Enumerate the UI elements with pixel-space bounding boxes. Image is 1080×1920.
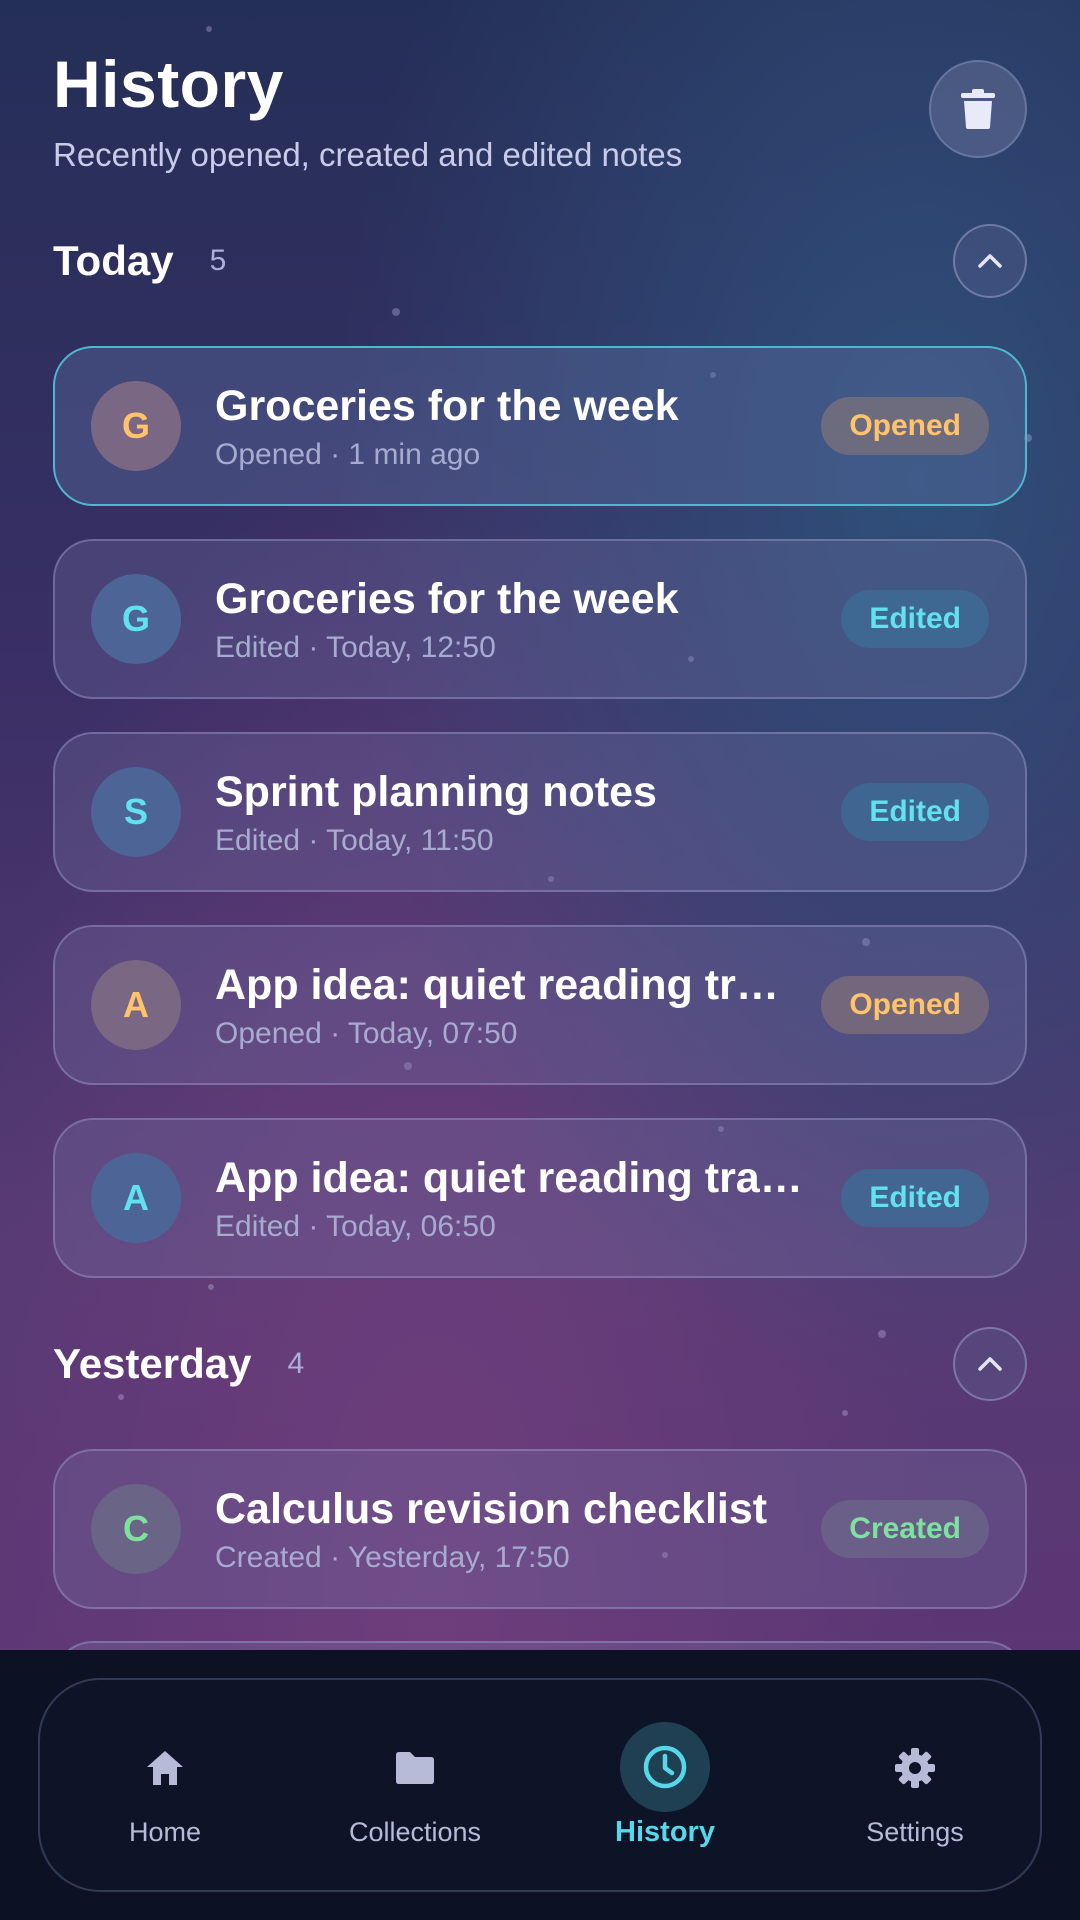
nav-label: Home xyxy=(128,1816,202,1847)
clear-history-button[interactable] xyxy=(929,60,1027,158)
avatar: C xyxy=(91,1484,181,1574)
item-meta: Created · Yesterday, 17:50 xyxy=(215,1541,570,1574)
history-item[interactable]: A App idea: quiet reading tracker Edited… xyxy=(53,1118,1027,1278)
avatar: G xyxy=(91,574,181,664)
history-item[interactable]: A App idea: quiet reading tracker Opened… xyxy=(53,925,1027,1085)
nav-item-home[interactable]: Home xyxy=(65,1723,265,1848)
trash-icon xyxy=(961,89,995,129)
history-item[interactable]: S Sprint planning notes Edited · Today, … xyxy=(53,732,1027,892)
page-header: History Recently opened, created and edi… xyxy=(53,44,1027,174)
history-item[interactable]: C Calculus revision checklist Created · … xyxy=(53,1449,1027,1609)
section-title: Yesterday xyxy=(53,1340,252,1387)
item-meta: Opened · Today, 07:50 xyxy=(215,1017,518,1050)
clock-icon xyxy=(643,1745,687,1788)
gear-icon xyxy=(895,1747,935,1788)
item-title: App idea: quiet reading tracker xyxy=(215,1154,822,1202)
collapse-button[interactable] xyxy=(953,1327,1027,1401)
item-title: App idea: quiet reading tracker xyxy=(215,961,802,1009)
collapse-button[interactable] xyxy=(953,224,1027,298)
page-title: History xyxy=(53,47,284,121)
avatar: S xyxy=(91,767,181,857)
item-title: Calculus revision checklist xyxy=(215,1485,768,1533)
chevron-up-icon xyxy=(978,254,1002,268)
item-meta: Edited · Today, 11:50 xyxy=(215,824,494,857)
history-item[interactable]: G Groceries for the week Edited · Today,… xyxy=(53,539,1027,699)
nav-label: History xyxy=(615,1815,715,1848)
section-header-today: Today 5 xyxy=(53,224,1027,298)
item-title: Groceries for the week xyxy=(215,382,679,430)
item-meta: Opened · 1 min ago xyxy=(215,438,481,471)
folder-icon xyxy=(396,1751,434,1784)
home-icon xyxy=(147,1750,183,1785)
section-title: Today xyxy=(53,237,174,284)
item-title: Groceries for the week xyxy=(215,575,679,623)
item-meta: Edited · Today, 06:50 xyxy=(215,1210,496,1243)
bottom-nav-bar: Home Collections History Settings xyxy=(0,1650,1080,1920)
status-badge: Edited xyxy=(841,783,989,841)
chevron-up-icon xyxy=(978,1357,1002,1371)
status-badge: Opened xyxy=(821,976,989,1034)
avatar: G xyxy=(91,381,181,471)
page-subtitle: Recently opened, created and edited note… xyxy=(53,136,683,173)
nav-label: Collections xyxy=(348,1816,482,1847)
item-title: Sprint planning notes xyxy=(215,768,657,816)
status-badge: Edited xyxy=(841,590,989,648)
status-badge: Edited xyxy=(841,1169,989,1227)
nav-item-settings[interactable]: Settings xyxy=(815,1723,1015,1848)
status-badge: Opened xyxy=(821,397,989,455)
nav-label: Settings xyxy=(866,1816,964,1847)
nav-item-collections[interactable]: Collections xyxy=(315,1723,515,1848)
section-header-yesterday: Yesterday 4 xyxy=(53,1327,1027,1401)
item-meta: Edited · Today, 12:50 xyxy=(215,631,496,664)
status-badge: Created xyxy=(821,1500,989,1558)
history-item[interactable]: G Groceries for the week Opened · 1 min … xyxy=(53,346,1027,506)
active-indicator xyxy=(620,1721,710,1812)
avatar: A xyxy=(91,960,181,1050)
section-count: 4 xyxy=(287,1347,305,1380)
bottom-nav: Home Collections History Settings xyxy=(38,1678,1042,1892)
section-count: 5 xyxy=(209,244,227,277)
avatar: A xyxy=(91,1153,181,1243)
nav-item-history[interactable]: History xyxy=(565,1721,765,1849)
